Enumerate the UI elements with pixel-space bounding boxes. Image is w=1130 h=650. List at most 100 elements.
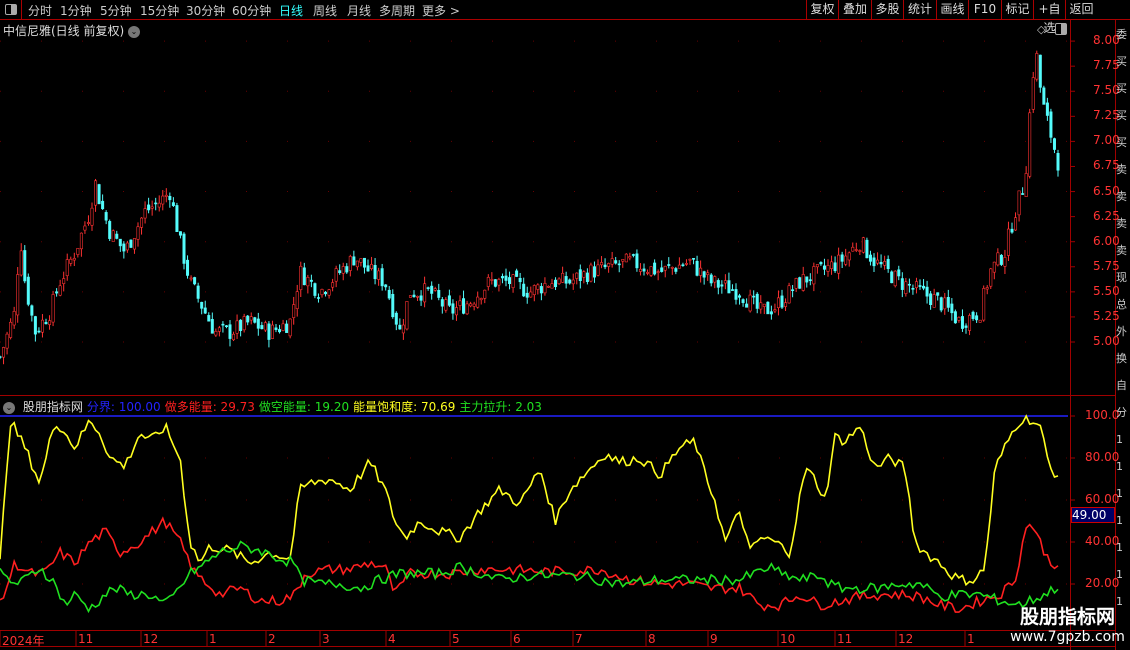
candle (65, 259, 69, 276)
candle (221, 323, 225, 326)
candle (840, 254, 844, 262)
candle (200, 301, 204, 309)
toolbar-button[interactable]: F10 (968, 0, 1001, 20)
period-tab[interactable]: 月线 (347, 2, 371, 19)
candle (387, 289, 391, 299)
quote-panel-label: 自 (1116, 379, 1127, 392)
candle (985, 287, 989, 290)
candle (932, 294, 936, 308)
quote-panel-label: 卖 (1116, 163, 1127, 176)
candle (635, 253, 639, 269)
candle (26, 276, 30, 305)
candle (30, 305, 34, 316)
toolbar-button[interactable]: 多股 (871, 0, 903, 20)
candle (957, 316, 961, 321)
candle (663, 265, 667, 271)
candle (58, 285, 62, 296)
candle (971, 311, 975, 319)
candle (44, 322, 48, 325)
candle (819, 262, 823, 265)
candle (186, 259, 190, 276)
candle (784, 302, 788, 307)
toolbar-button[interactable]: 返回 (1065, 0, 1097, 20)
date-label: 4 (388, 632, 396, 646)
quote-panel-label: 买 (1116, 55, 1127, 68)
candle (419, 295, 423, 301)
candle (380, 268, 384, 287)
candle (582, 271, 586, 278)
quote-panel-label: 1 (1116, 595, 1123, 608)
candle (23, 250, 27, 282)
candle (780, 295, 784, 308)
candle (1038, 54, 1042, 88)
candle (826, 265, 830, 272)
candle (1045, 102, 1049, 116)
period-tab[interactable]: 分时 (28, 2, 52, 19)
candle (1006, 228, 1010, 256)
candle (649, 266, 653, 276)
candle (178, 231, 182, 236)
period-tab[interactable]: 多周期 (379, 2, 415, 19)
candle (851, 246, 855, 252)
indicator-name[interactable]: 股朋指标网 (23, 400, 83, 414)
candle (423, 283, 427, 303)
candle (161, 195, 165, 205)
candle (150, 206, 154, 209)
indicator-value: 做空能量: 19.20 (258, 400, 350, 414)
period-tab[interactable]: 1分钟 (60, 2, 92, 19)
candle (447, 295, 451, 306)
candle (207, 315, 211, 322)
toolbar-button[interactable]: +自选 (1033, 0, 1065, 35)
candle (9, 321, 13, 338)
candle (1010, 228, 1014, 233)
candle (168, 195, 172, 201)
period-tab[interactable]: 日线 (279, 2, 303, 19)
toolbar-button[interactable]: 画线 (936, 0, 968, 20)
toolbar-button[interactable]: 复权 (806, 0, 838, 20)
period-tab[interactable]: 周线 (313, 2, 337, 19)
candle (497, 279, 501, 286)
candle (1021, 193, 1025, 195)
candle (239, 319, 243, 331)
toolbar-button[interactable]: 标记 (1001, 0, 1033, 20)
date-label: 11 (78, 632, 94, 646)
candle (564, 276, 568, 284)
quote-panel-label: 外 (1116, 325, 1127, 338)
toolbar-button[interactable]: 叠加 (838, 0, 871, 20)
candle (292, 304, 296, 318)
period-tab[interactable]: 5分钟 (100, 2, 132, 19)
candle (331, 282, 335, 288)
cursor-value-label: 49.00 (1071, 507, 1115, 523)
candle (122, 243, 126, 252)
candle (907, 283, 911, 286)
candle (723, 280, 727, 284)
candle (313, 283, 317, 296)
candle (614, 260, 618, 264)
period-tab[interactable]: 30分钟 (186, 2, 225, 19)
candle (51, 294, 55, 323)
candle (90, 207, 94, 226)
date-label: 10 (780, 632, 796, 646)
toolbar-button[interactable]: 统计 (903, 0, 936, 20)
quote-panel-label: 买 (1116, 136, 1127, 149)
chart-canvas[interactable] (0, 0, 1130, 650)
period-tab[interactable]: 60分钟 (232, 2, 271, 19)
quote-panel-label: 卖 (1116, 244, 1127, 257)
candle (624, 253, 628, 263)
period-tab[interactable]: 15分钟 (140, 2, 179, 19)
candle (86, 222, 90, 224)
saturation-line (0, 414, 1059, 587)
candle (189, 277, 193, 280)
chevron-down-icon[interactable]: ⌄ (3, 401, 15, 414)
candle (610, 258, 614, 265)
short-energy-line (0, 540, 1059, 614)
candle (430, 285, 434, 294)
candle (518, 277, 522, 283)
candle (359, 258, 363, 263)
candle (256, 318, 260, 329)
candle (203, 307, 207, 314)
quote-panel-label: 1 (1116, 514, 1123, 527)
period-tab[interactable]: 更多 > (422, 2, 460, 19)
candle (858, 250, 862, 252)
candle (830, 261, 834, 269)
